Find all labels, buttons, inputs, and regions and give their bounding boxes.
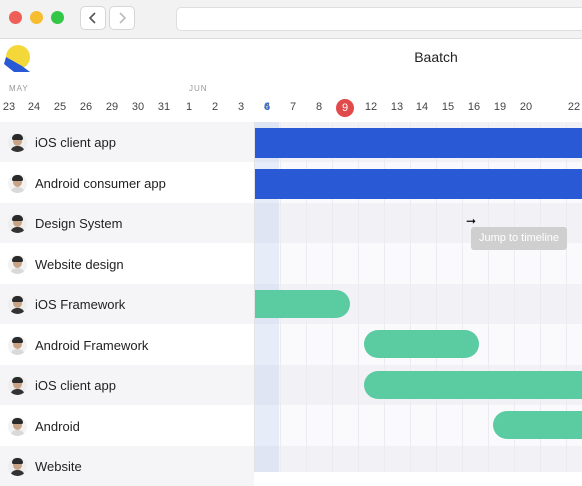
project-name: Android consumer app bbox=[35, 175, 166, 191]
project-row[interactable]: Android consumer app bbox=[0, 163, 254, 203]
project-name: Android Framework bbox=[35, 337, 149, 353]
project-bar-android[interactable] bbox=[493, 411, 582, 439]
avatar bbox=[8, 416, 27, 436]
project-name: Website bbox=[35, 458, 82, 474]
day-label[interactable]: 19 bbox=[488, 101, 512, 113]
project-bar-android-consumer-app[interactable] bbox=[255, 169, 582, 199]
address-bar[interactable] bbox=[176, 7, 582, 31]
day-label[interactable]: 12 bbox=[359, 101, 383, 113]
project-name: iOS client app bbox=[35, 134, 116, 150]
day-label[interactable]: 23 bbox=[0, 101, 21, 113]
back-button[interactable] bbox=[80, 6, 106, 30]
avatar bbox=[8, 335, 27, 355]
project-name: iOS Framework bbox=[35, 296, 126, 312]
project-row[interactable]: Website design bbox=[0, 244, 254, 284]
zoom-window-button[interactable] bbox=[51, 11, 64, 24]
jump-to-timeline-tooltip: Jump to timeline bbox=[471, 227, 567, 250]
project-bar-ios-framework[interactable] bbox=[255, 290, 350, 318]
project-name: iOS client app bbox=[35, 377, 116, 393]
day-label[interactable]: 22 bbox=[562, 101, 582, 113]
timeline-grid[interactable] bbox=[255, 122, 582, 472]
month-label-may: MAY bbox=[9, 84, 29, 93]
day-label[interactable]: 14 bbox=[410, 101, 434, 113]
project-row[interactable]: iOS client app bbox=[0, 122, 254, 162]
chevron-left-icon bbox=[88, 12, 96, 24]
day-label[interactable]: 25 bbox=[48, 101, 72, 113]
month-label-jun: JUN bbox=[189, 84, 208, 93]
day-label[interactable]: 2 bbox=[203, 101, 227, 113]
project-list: iOS client app Android consumer app Desi… bbox=[0, 122, 255, 486]
project-name: Design System bbox=[35, 215, 123, 231]
avatar bbox=[8, 456, 27, 476]
avatar bbox=[8, 213, 27, 233]
day-label[interactable]: 16 bbox=[462, 101, 486, 113]
day-label[interactable]: 8 bbox=[307, 101, 331, 113]
day-label[interactable]: 29 bbox=[100, 101, 124, 113]
project-row[interactable]: Website bbox=[0, 446, 254, 486]
day-label[interactable]: 15 bbox=[436, 101, 460, 113]
project-bar-ios-client-app-2[interactable] bbox=[364, 371, 582, 399]
page-title: Baatch bbox=[414, 49, 458, 65]
forward-button[interactable] bbox=[109, 6, 135, 30]
project-bar-android-framework[interactable] bbox=[364, 330, 479, 358]
minimize-window-button[interactable] bbox=[30, 11, 43, 24]
project-row[interactable]: iOS Framework bbox=[0, 284, 254, 324]
project-name: Website design bbox=[35, 256, 124, 272]
day-label[interactable]: 3 bbox=[229, 101, 253, 113]
project-row[interactable]: Design System bbox=[0, 203, 254, 243]
chevron-right-icon bbox=[119, 12, 127, 24]
day-label[interactable]: 13 bbox=[385, 101, 409, 113]
avatar bbox=[8, 132, 27, 152]
project-row[interactable]: Android Framework bbox=[0, 325, 254, 365]
day-label[interactable]: 30 bbox=[126, 101, 150, 113]
project-row[interactable]: iOS client app bbox=[0, 365, 254, 405]
close-window-button[interactable] bbox=[9, 11, 22, 24]
day-label[interactable]: 31 bbox=[152, 101, 176, 113]
project-row[interactable]: Android bbox=[0, 406, 254, 446]
project-name: Android bbox=[35, 418, 80, 434]
hand-cursor-icon: ➞ bbox=[466, 214, 477, 228]
window-titlebar bbox=[0, 0, 582, 39]
avatar bbox=[8, 375, 27, 395]
avatar bbox=[8, 294, 27, 314]
day-label[interactable]: 26 bbox=[74, 101, 98, 113]
avatar bbox=[8, 173, 27, 193]
day-label[interactable]: 7 bbox=[281, 101, 305, 113]
today-day-badge[interactable]: 9 bbox=[336, 99, 354, 117]
selected-day-label[interactable]: 6 bbox=[255, 101, 279, 113]
day-label[interactable]: 1 bbox=[177, 101, 201, 113]
project-bar-ios-client-app[interactable] bbox=[255, 128, 582, 158]
avatar bbox=[8, 254, 27, 274]
timeline-row-band bbox=[255, 446, 582, 472]
day-label[interactable]: 20 bbox=[514, 101, 538, 113]
day-label[interactable]: 24 bbox=[22, 101, 46, 113]
